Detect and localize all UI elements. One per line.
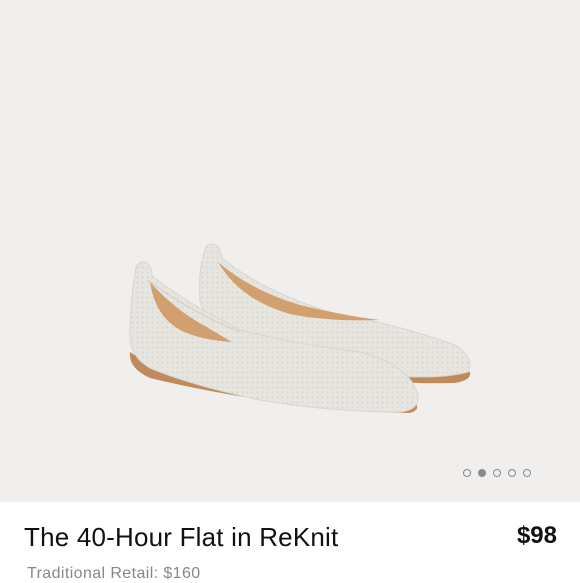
gallery-dot-active[interactable] [478, 469, 486, 477]
gallery-dot[interactable] [508, 469, 516, 477]
product-price: $98 [516, 522, 557, 549]
product-image-gallery[interactable] [0, 0, 580, 502]
gallery-dot[interactable] [463, 469, 471, 477]
product-title: The 40-Hour Flat in ReKnit [24, 522, 339, 552]
gallery-dot[interactable] [493, 469, 501, 477]
traditional-retail-price: Traditional Retail: $160 [27, 565, 201, 582]
product-image [129, 243, 471, 413]
gallery-dot[interactable] [523, 469, 531, 477]
gallery-pagination [463, 469, 531, 477]
